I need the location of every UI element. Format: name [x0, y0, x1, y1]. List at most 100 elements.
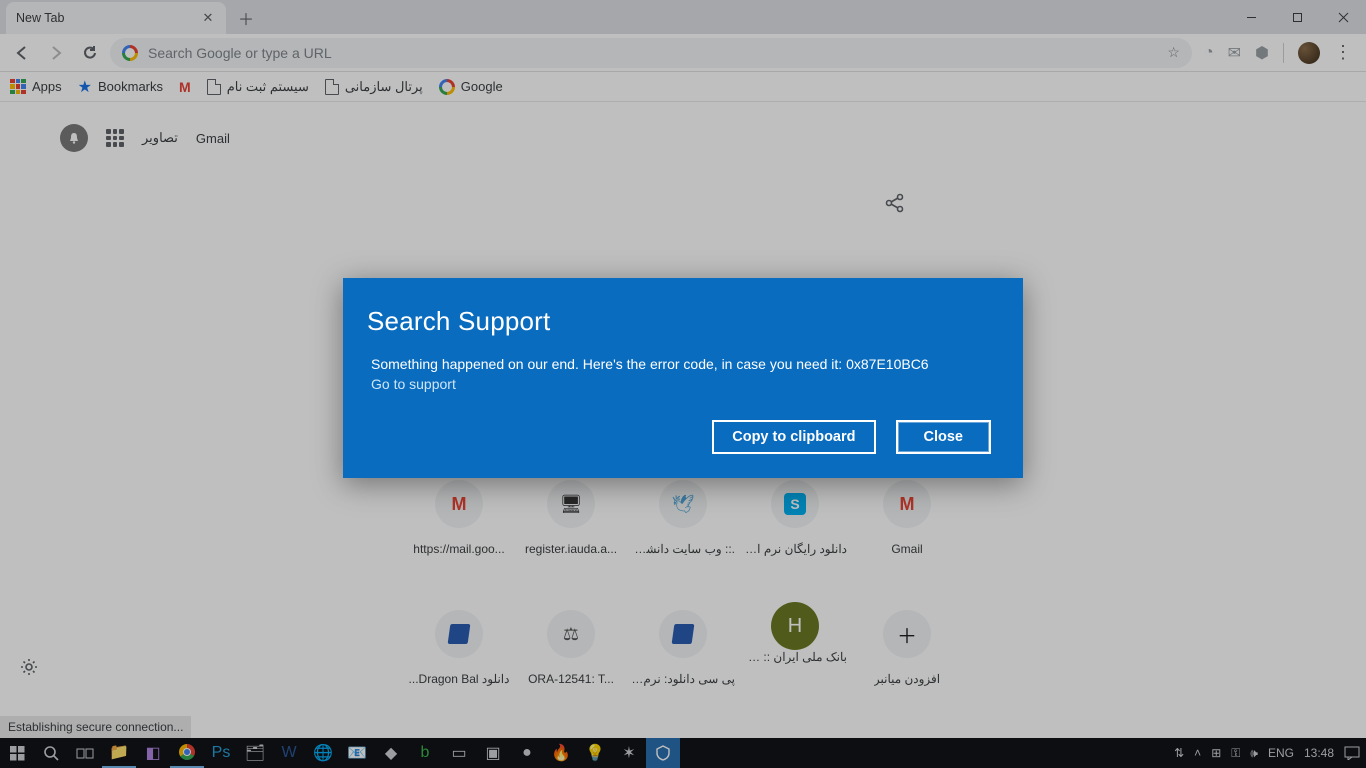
taskbar-app[interactable]: ◧	[136, 738, 170, 768]
chrome-menu-icon[interactable]: ⋮	[1334, 42, 1352, 63]
taskbar-app[interactable]: ◆	[374, 738, 408, 768]
ntp-shortcut[interactable]: ⚖ ORA-12541: T...	[515, 602, 627, 732]
clock[interactable]: 13:48	[1304, 746, 1334, 760]
skype-icon: S	[784, 493, 806, 515]
ntp-shortcut[interactable]: Hبانک ملی ایران :: شب...	[739, 602, 851, 732]
shortcut-icon-circle: M	[435, 480, 483, 528]
taskbar-app[interactable]: ▣	[476, 738, 510, 768]
action-center-icon[interactable]	[1344, 746, 1360, 760]
bookmark-label: Bookmarks	[98, 79, 163, 94]
tray-icon[interactable]: ⊞	[1211, 746, 1221, 760]
address-bar[interactable]: Search Google or type a URL ☆	[110, 38, 1192, 68]
shortcut-icon-circle: ⚖	[547, 610, 595, 658]
bookmark-item[interactable]: Google	[439, 79, 503, 95]
browser-tab[interactable]: New Tab ✕	[6, 2, 226, 34]
taskbar-app[interactable]: 📁	[102, 738, 136, 768]
support-link[interactable]: Go to support	[367, 376, 991, 392]
close-button[interactable]: Close	[896, 420, 992, 454]
shortcut-label: بانک ملی ایران :: شب...	[743, 650, 847, 664]
taskbar-app[interactable]: 🗂	[238, 738, 272, 768]
shortcut-label: register.iauda.a...	[525, 542, 617, 556]
shortcut-icon-circle: 🕊	[659, 480, 707, 528]
images-link[interactable]: تصاویر	[142, 130, 178, 146]
ntp-shortcut[interactable]: پی سی دانلود: نرم افز...	[627, 602, 739, 732]
ntp-shortcut[interactable]: S دانلود رایگان نرم افزار	[739, 472, 851, 602]
customize-gear-icon[interactable]	[20, 658, 40, 678]
share-icon[interactable]	[884, 192, 906, 214]
taskbar-app[interactable]: ✶	[612, 738, 646, 768]
language-indicator[interactable]: ENG	[1268, 746, 1294, 760]
separator	[1283, 43, 1284, 63]
apps-grid-icon	[10, 79, 26, 95]
copy-to-clipboard-button[interactable]: Copy to clipboard	[712, 420, 875, 454]
shortcut-icon-circle	[435, 610, 483, 658]
shortcut-label: دانلود رایگان نرم افزار	[743, 542, 847, 556]
gmail-link[interactable]: Gmail	[196, 131, 230, 146]
extension-icon[interactable]: ⬢	[1255, 43, 1269, 63]
forward-button[interactable]	[42, 39, 70, 67]
bookmark-item[interactable]: M	[179, 79, 191, 95]
bookmark-label: سیستم ثبت نام	[227, 79, 309, 95]
ntp-shortcut[interactable]: ＋افزودن میانبر	[851, 602, 963, 732]
taskbar-app[interactable]: ▭	[442, 738, 476, 768]
ntp-shortcut[interactable]: دانلود Dragon Bal...	[403, 602, 515, 732]
taskbar-app[interactable]: b	[408, 738, 442, 768]
gmail-icon: M	[179, 79, 191, 95]
maximize-button[interactable]	[1274, 0, 1320, 34]
bookmark-star-icon[interactable]: ☆	[1167, 44, 1180, 61]
taskbar-app[interactable]: 🌐	[306, 738, 340, 768]
extension-icon[interactable]: ✉	[1228, 43, 1241, 63]
shortcut-label: دانلود Dragon Bal...	[409, 672, 510, 686]
tray-chevron-icon[interactable]: ˄	[1194, 746, 1201, 760]
minimize-button[interactable]	[1228, 0, 1274, 34]
close-window-button[interactable]	[1320, 0, 1366, 34]
close-tab-icon[interactable]: ✕	[200, 10, 216, 26]
taskbar-app[interactable]: W	[272, 738, 306, 768]
ntp-shortcut[interactable]: M Gmail	[851, 472, 963, 602]
ntp-shortcut[interactable]: Mhttps://mail.goo...	[403, 472, 515, 602]
window-controls	[1228, 0, 1366, 34]
apps-shortcut[interactable]: Apps	[10, 79, 62, 95]
taskbar-app[interactable]: Ps	[204, 738, 238, 768]
bookmark-item[interactable]: ★ Bookmarks	[78, 77, 163, 97]
taskbar-app[interactable]: 🔥	[544, 738, 578, 768]
shortcut-icon-circle: ＋	[883, 610, 931, 658]
browser-toolbar: Search Google or type a URL ☆ ◔ ✉ ⬢ ⋮	[0, 34, 1366, 72]
profile-avatar[interactable]	[1298, 42, 1320, 64]
page-icon	[207, 79, 221, 95]
windows-taskbar: 📁 ◧ Ps 🗂 W 🌐 📧 ◆ b ▭ ▣ ● 🔥 💡 ✶ ⇅ ˄ ⊞ ⚿ 🕪…	[0, 738, 1366, 768]
scales-icon: ⚖	[563, 624, 579, 645]
ntp-shortcut[interactable]: 🕊.:: وب سایت دانشگاه ...	[627, 472, 739, 602]
document-icon	[448, 624, 471, 644]
shortcut-label: Gmail	[891, 542, 922, 556]
taskbar-app-active[interactable]	[646, 738, 680, 768]
browser-tab-strip: New Tab ✕ ＋	[0, 0, 1366, 34]
ntp-shortcut[interactable]: 🖥register.iauda.a...	[515, 472, 627, 602]
bookmark-item[interactable]: پرتال سازمانی	[325, 79, 423, 95]
taskbar-app[interactable]: 📧	[340, 738, 374, 768]
task-view-button[interactable]	[68, 738, 102, 768]
google-icon	[439, 79, 455, 95]
extension-icons: ◔ ✉ ⬢ ⋮	[1198, 42, 1358, 64]
extension-icon[interactable]: ◔	[1204, 44, 1214, 62]
gmail-icon: M	[900, 494, 915, 515]
system-tray: ⇅ ˄ ⊞ ⚿ 🕪 ENG 13:48	[1174, 746, 1360, 761]
volume-icon[interactable]: 🕪	[1250, 746, 1258, 761]
search-button[interactable]	[34, 738, 68, 768]
notifications-icon[interactable]	[60, 124, 88, 152]
tray-icon[interactable]: ⇅	[1174, 746, 1184, 760]
new-tab-button[interactable]: ＋	[232, 4, 260, 32]
taskbar-app-chrome[interactable]	[170, 738, 204, 768]
wifi-icon[interactable]: ⚿	[1231, 746, 1240, 761]
ntp-header-links: تصاویر Gmail	[60, 124, 230, 152]
taskbar-app[interactable]: 💡	[578, 738, 612, 768]
reload-button[interactable]	[76, 39, 104, 67]
start-button[interactable]	[0, 738, 34, 768]
google-apps-icon[interactable]	[106, 129, 124, 147]
bookmark-label: Apps	[32, 79, 62, 94]
shortcut-icon-circle	[659, 610, 707, 658]
shortcut-label: ORA-12541: T...	[528, 672, 614, 686]
bookmark-item[interactable]: سیستم ثبت نام	[207, 79, 309, 95]
back-button[interactable]	[8, 39, 36, 67]
taskbar-app[interactable]: ●	[510, 738, 544, 768]
